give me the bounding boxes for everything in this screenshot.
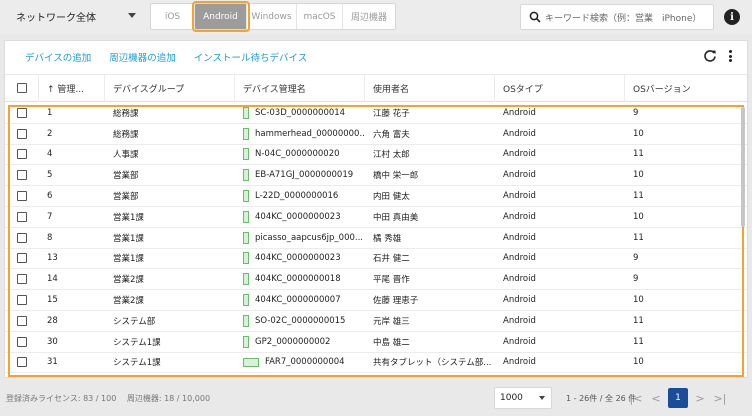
tab-ios[interactable]: iOS <box>151 4 195 29</box>
footer: 登録済みライセンス: 83 / 100 周辺機器: 18 / 10,000 10… <box>0 380 752 416</box>
pagination: |< < 1 > >| <box>628 387 732 409</box>
device-panel: デバイスの追加 周辺機器の追加 インストール待ちデバイス ↑ 管理... デバイ… <box>4 40 748 378</box>
tab-peripherals[interactable]: 周辺機器 <box>343 4 395 29</box>
col-group[interactable]: デバイスグループ <box>105 74 235 102</box>
col-id[interactable]: ↑ 管理... <box>39 74 105 102</box>
network-select[interactable]: ネットワーク全体 <box>6 4 142 28</box>
col-os-version[interactable]: OSバージョン <box>625 74 747 102</box>
add-peripheral-link[interactable]: 周辺機器の追加 <box>109 50 176 64</box>
highlight-frame <box>8 105 744 377</box>
pending-install-link[interactable]: インストール待ちデバイス <box>194 50 308 64</box>
search-placeholder: キーワード検索（例：営業 iPhone） <box>545 13 702 24</box>
col-os-type[interactable]: OSタイプ <box>495 74 625 102</box>
refresh-icon[interactable] <box>703 49 717 63</box>
chevron-down-icon <box>539 396 545 400</box>
top-toolbar: ネットワーク全体 iOS Android Windows macOS 周辺機器 … <box>0 0 752 34</box>
page-number-current[interactable]: 1 <box>668 388 688 408</box>
table-header: ↑ 管理... デバイスグループ デバイス管理名 使用者名 OSタイプ OSバー… <box>5 74 747 102</box>
per-page-value: 1000 <box>500 393 523 403</box>
select-all-checkbox[interactable] <box>5 74 39 102</box>
license-status: 登録済みライセンス: 83 / 100 周辺機器: 18 / 10,000 <box>6 394 211 403</box>
add-device-link[interactable]: デバイスの追加 <box>25 50 91 64</box>
info-icon[interactable]: i <box>724 9 740 25</box>
result-range: 1 - 26件 / 全 26 件 <box>566 394 637 403</box>
os-tabs: iOS Android Windows macOS 周辺機器 <box>150 1 396 32</box>
search-icon <box>529 11 541 23</box>
chevron-down-icon <box>128 13 136 18</box>
first-page-button[interactable]: |< <box>628 387 644 409</box>
next-page-button[interactable]: > <box>692 387 708 409</box>
network-select-value: ネットワーク全体 <box>16 12 96 24</box>
col-device-name[interactable]: デバイス管理名 <box>235 74 365 102</box>
col-user[interactable]: 使用者名 <box>365 74 495 102</box>
more-vert-icon[interactable] <box>727 49 733 63</box>
tab-macos[interactable]: macOS <box>297 4 343 29</box>
tab-windows[interactable]: Windows <box>247 4 297 29</box>
action-bar: デバイスの追加 周辺機器の追加 インストール待ちデバイス <box>5 41 747 73</box>
per-page-select[interactable]: 1000 <box>494 387 552 409</box>
tab-android[interactable]: Android <box>192 1 250 32</box>
search-input[interactable]: キーワード検索（例：営業 iPhone） <box>520 4 714 30</box>
scrollbar[interactable] <box>741 107 745 227</box>
last-page-button[interactable]: >| <box>712 387 728 409</box>
prev-page-button[interactable]: < <box>648 387 664 409</box>
